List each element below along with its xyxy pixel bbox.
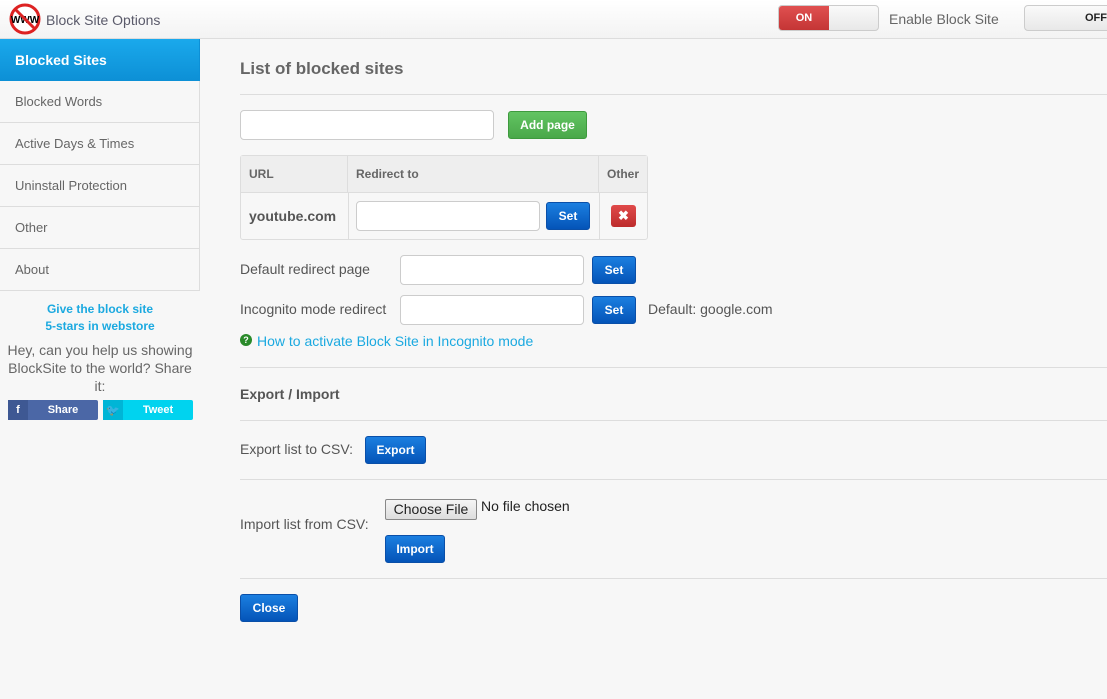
divider [240, 367, 1107, 368]
default-redirect-label: Default redirect page [240, 261, 370, 277]
export-import-title: Export / Import [240, 386, 340, 402]
block-site-logo-icon: WWW [9, 3, 41, 35]
twitter-icon: 🐦 [103, 400, 123, 420]
tweet-label: Tweet [142, 404, 174, 416]
facebook-share-button[interactable]: f Share [8, 400, 98, 420]
app-title: Block Site Options [46, 12, 161, 28]
add-page-button[interactable]: Add page [508, 111, 587, 139]
rate-line-2[interactable]: 5-stars in webstore [0, 318, 200, 335]
divider [240, 94, 1107, 95]
toggle-off-label: OFF [1085, 12, 1107, 24]
share-text: Hey, can you help us showing BlockSite t… [7, 342, 193, 394]
incognito-redirect-label: Incognito mode redirect [240, 301, 387, 317]
choose-file-button[interactable]: Choose File [385, 499, 477, 520]
facebook-icon: f [8, 400, 28, 420]
divider [240, 578, 1107, 579]
delete-site-button[interactable]: ✖ [611, 205, 636, 227]
add-site-input[interactable] [240, 110, 494, 140]
page-title: List of blocked sites [240, 59, 404, 78]
enable-toggle[interactable]: ON [778, 5, 879, 31]
sidebar-item-about[interactable]: About [0, 249, 200, 291]
set-redirect-button[interactable]: Set [546, 202, 590, 230]
sidebar-item-other[interactable]: Other [0, 207, 200, 249]
incognito-help-link[interactable]: How to activate Block Site in Incognito … [257, 333, 533, 349]
main-content: List of blocked sites Add page URL Redir… [240, 39, 1107, 622]
sidebar: Blocked Sites Blocked Words Active Days … [0, 39, 200, 420]
question-icon: ? [240, 334, 252, 346]
close-button[interactable]: Close [240, 594, 298, 622]
blocked-url: youtube.com [249, 208, 337, 224]
incognito-redirect-input[interactable] [400, 295, 584, 325]
export-label: Export list to CSV: [240, 441, 354, 457]
off-toggle[interactable]: OFF [1024, 5, 1107, 31]
column-header-other: Other [599, 156, 647, 193]
set-incognito-redirect-button[interactable]: Set [592, 296, 636, 324]
incognito-default-text: Default: google.com [648, 301, 773, 317]
redirect-input[interactable] [356, 201, 540, 231]
sidebar-item-blocked-words[interactable]: Blocked Words [0, 81, 200, 123]
column-header-url: URL [241, 156, 348, 193]
sidebar-item-blocked-sites[interactable]: Blocked Sites [0, 39, 200, 81]
import-label: Import list from CSV: [240, 516, 369, 532]
divider [240, 479, 1107, 480]
import-button[interactable]: Import [385, 535, 445, 563]
sidebar-item-active-days[interactable]: Active Days & Times [0, 123, 200, 165]
default-redirect-input[interactable] [400, 255, 584, 285]
toggle-on-label: ON [779, 6, 829, 30]
column-header-redirect: Redirect to [348, 156, 599, 193]
top-bar: WWW Block Site Options ON Enable Block S… [0, 0, 1107, 39]
export-button[interactable]: Export [365, 436, 426, 464]
enable-block-site-label: Enable Block Site [889, 11, 999, 27]
sidebar-item-uninstall-protection[interactable]: Uninstall Protection [0, 165, 200, 207]
no-file-chosen-text: No file chosen [481, 498, 570, 514]
close-icon: ✖ [618, 208, 629, 223]
rate-link[interactable]: Give the block site 5-stars in webstore [0, 301, 200, 335]
blocked-sites-table: URL Redirect to Other youtube.com Set ✖ [240, 155, 648, 240]
share-label: Share [47, 404, 79, 416]
set-default-redirect-button[interactable]: Set [592, 256, 636, 284]
divider [240, 420, 1107, 421]
tweet-button[interactable]: 🐦 Tweet [103, 400, 193, 420]
rate-line-1[interactable]: Give the block site [0, 301, 200, 318]
